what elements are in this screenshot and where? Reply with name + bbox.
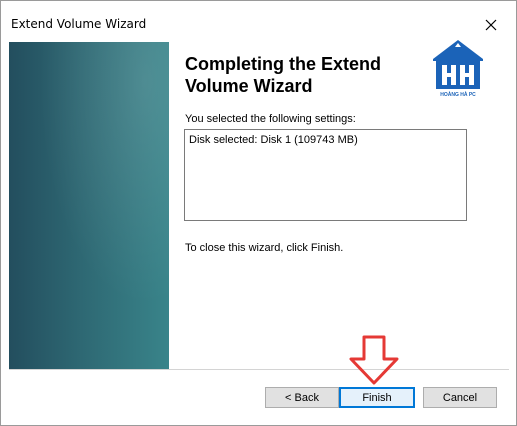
close-icon bbox=[485, 19, 497, 31]
arrow-down-icon bbox=[349, 335, 399, 385]
close-button[interactable] bbox=[478, 13, 504, 37]
cancel-button[interactable]: Cancel bbox=[423, 387, 497, 408]
footer-divider bbox=[9, 369, 509, 370]
brand-logo-caption: HOÀNG HÀ PC bbox=[440, 92, 476, 98]
brand-logo: HOÀNG HÀ PC bbox=[429, 37, 487, 103]
wizard-window: Extend Volume Wizard Completing the Exte… bbox=[0, 0, 517, 426]
brand-logo-icon bbox=[433, 40, 483, 89]
page-title: Completing the Extend Volume Wizard bbox=[185, 54, 382, 96]
title-bar: Extend Volume Wizard bbox=[1, 1, 516, 41]
back-button[interactable]: < Back bbox=[265, 387, 339, 408]
wizard-side-banner bbox=[9, 42, 169, 369]
window-title: Extend Volume Wizard bbox=[11, 17, 147, 31]
settings-summary-box[interactable]: Disk selected: Disk 1 (109743 MB) bbox=[184, 129, 467, 221]
finish-button[interactable]: Finish bbox=[339, 387, 415, 408]
close-instruction-text: To close this wizard, click Finish. bbox=[185, 242, 344, 254]
settings-summary-line: Disk selected: Disk 1 (109743 MB) bbox=[189, 134, 358, 146]
settings-intro-label: You selected the following settings: bbox=[185, 113, 356, 125]
